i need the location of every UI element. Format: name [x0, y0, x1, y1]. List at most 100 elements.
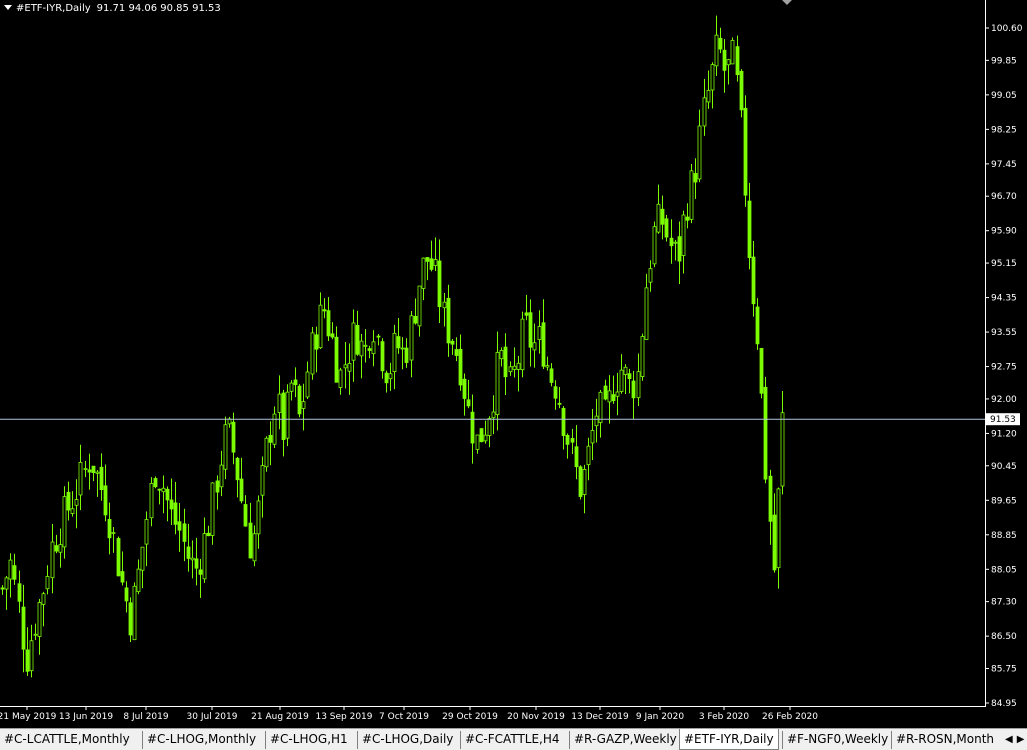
- candle-body: [140, 546, 145, 571]
- candle-body: [664, 218, 669, 238]
- tab-f-ngf0-weekly[interactable]: #F-NGF0,Weekly: [782, 731, 888, 749]
- candle-body: [343, 364, 348, 369]
- candle-body: [252, 533, 257, 562]
- price-tick-label: 91.20: [991, 429, 1017, 439]
- candle-body: [541, 322, 546, 367]
- candle-body: [553, 386, 558, 399]
- candle-body: [116, 538, 121, 577]
- candle-body: [29, 640, 34, 672]
- time-tick-label: 7 Oct 2019: [379, 712, 429, 722]
- candle-body: [421, 257, 426, 289]
- candle-body: [37, 602, 42, 637]
- candle-body: [355, 325, 360, 355]
- candle-body: [648, 268, 653, 283]
- candle-body: [21, 606, 26, 650]
- price-tick-label: 93.55: [991, 328, 1017, 338]
- candle-body: [479, 428, 484, 443]
- tab-c-lcattle-monthly[interactable]: #C-LCATTLE,Monthly: [0, 731, 134, 749]
- tab-c-fcattle-h4[interactable]: #C-FCATTLE,H4: [460, 731, 566, 749]
- candle-body: [454, 349, 459, 356]
- candle-body: [380, 341, 385, 372]
- candle-body: [157, 488, 162, 491]
- candle-body: [58, 544, 63, 553]
- candle-body: [747, 200, 752, 259]
- candle-body: [74, 499, 79, 506]
- candle-body: [413, 315, 418, 324]
- candle-body: [124, 587, 129, 602]
- chart-info-bar: #ETF-IYR,Daily 91.71 94.06 90.85 91.53: [4, 3, 221, 14]
- candle-body: [173, 502, 178, 525]
- candle-body: [458, 348, 463, 386]
- candle-body: [264, 437, 269, 468]
- time-tick-label: 26 Feb 2020: [762, 712, 818, 722]
- candle-body: [537, 326, 542, 340]
- candle-body: [136, 568, 141, 593]
- candle-body: [111, 532, 116, 534]
- candle-body: [95, 471, 100, 474]
- candle-body: [437, 260, 442, 308]
- candle-body: [582, 469, 587, 495]
- candle-body: [186, 546, 191, 559]
- candle-body: [70, 508, 75, 514]
- tab-etf-iyr-daily[interactable]: #ETF-IYR,Daily: [679, 729, 779, 750]
- candle-body: [726, 59, 731, 66]
- candle-body: [442, 301, 447, 309]
- candle-body: [165, 488, 170, 501]
- candle-body: [763, 386, 768, 480]
- time-tick-label: 3 Feb 2020: [699, 712, 750, 722]
- candle-body: [772, 514, 777, 571]
- ohlc-values: 91.71 94.06 90.85 91.53: [96, 3, 221, 14]
- candle-body: [12, 565, 17, 580]
- candle-body: [417, 285, 422, 327]
- candle-body: [607, 390, 612, 403]
- candle-body: [243, 504, 248, 527]
- candle-body: [66, 491, 71, 511]
- candle-body: [491, 411, 496, 419]
- price-tick-label: 89.65: [991, 496, 1017, 506]
- candle-body: [314, 334, 319, 350]
- candle-body: [404, 347, 409, 363]
- candle-body: [318, 304, 323, 349]
- candle-body: [466, 399, 471, 407]
- price-tick-label: 97.45: [991, 160, 1017, 170]
- time-tick-label: 13 Dec 2019: [571, 712, 629, 722]
- candle-body: [334, 336, 339, 383]
- candle-body: [669, 237, 674, 247]
- candle-body: [689, 170, 694, 220]
- chart-area[interactable]: 100.60 99.85 99.05 98.25 97.45 96.70 95.90 95.1…: [0, 0, 1027, 728]
- tab-scroll-controls[interactable]: ◀ ▶: [1001, 733, 1025, 747]
- tab-r-gazp-weekly[interactable]: #R-GAZP,Weekly: [569, 731, 677, 749]
- candle-body: [206, 532, 211, 537]
- candle-body: [239, 478, 244, 502]
- candle-body: [570, 438, 575, 443]
- scroll-left-icon[interactable]: ◀: [1005, 734, 1013, 745]
- candle-body: [429, 258, 434, 270]
- time-tick-label: 21 May 2019: [0, 712, 57, 722]
- time-tick-label: 13 Sep 2019: [315, 712, 372, 722]
- candle-body: [363, 344, 368, 347]
- candle-body: [586, 445, 591, 466]
- price-chart[interactable]: 100.60 99.85 99.05 98.25 97.45 96.70 95.90 95.1…: [0, 0, 1027, 728]
- tab-c-lhog-h1[interactable]: #C-LHOG,H1: [265, 731, 355, 749]
- dropdown-triangle-icon[interactable]: [4, 5, 12, 10]
- candle-body: [615, 391, 620, 397]
- candle-body: [524, 312, 529, 316]
- candle-body: [780, 412, 785, 487]
- candle-body: [565, 434, 570, 445]
- price-tick-label: 84.95: [991, 699, 1017, 709]
- chart-shift-marker-icon[interactable]: [782, 0, 792, 5]
- candle-body: [182, 523, 187, 542]
- scroll-right-icon[interactable]: ▶: [1017, 734, 1025, 745]
- price-tick-label: 99.85: [991, 56, 1017, 66]
- tab-c-lhog-daily[interactable]: #C-LHOG,Daily: [357, 731, 457, 749]
- tab-r-rosn-month[interactable]: #R-ROSN,Month: [891, 731, 997, 749]
- candle-body: [677, 236, 682, 262]
- candle-body: [644, 287, 649, 340]
- candle-body: [281, 392, 286, 441]
- candle-body: [499, 350, 504, 360]
- candle-body: [693, 173, 698, 183]
- tab-c-lhog-monthly[interactable]: #C-LHOG,Monthly: [142, 731, 262, 749]
- candle-body: [132, 585, 137, 641]
- candle-body: [62, 496, 67, 548]
- candle-body: [272, 413, 277, 445]
